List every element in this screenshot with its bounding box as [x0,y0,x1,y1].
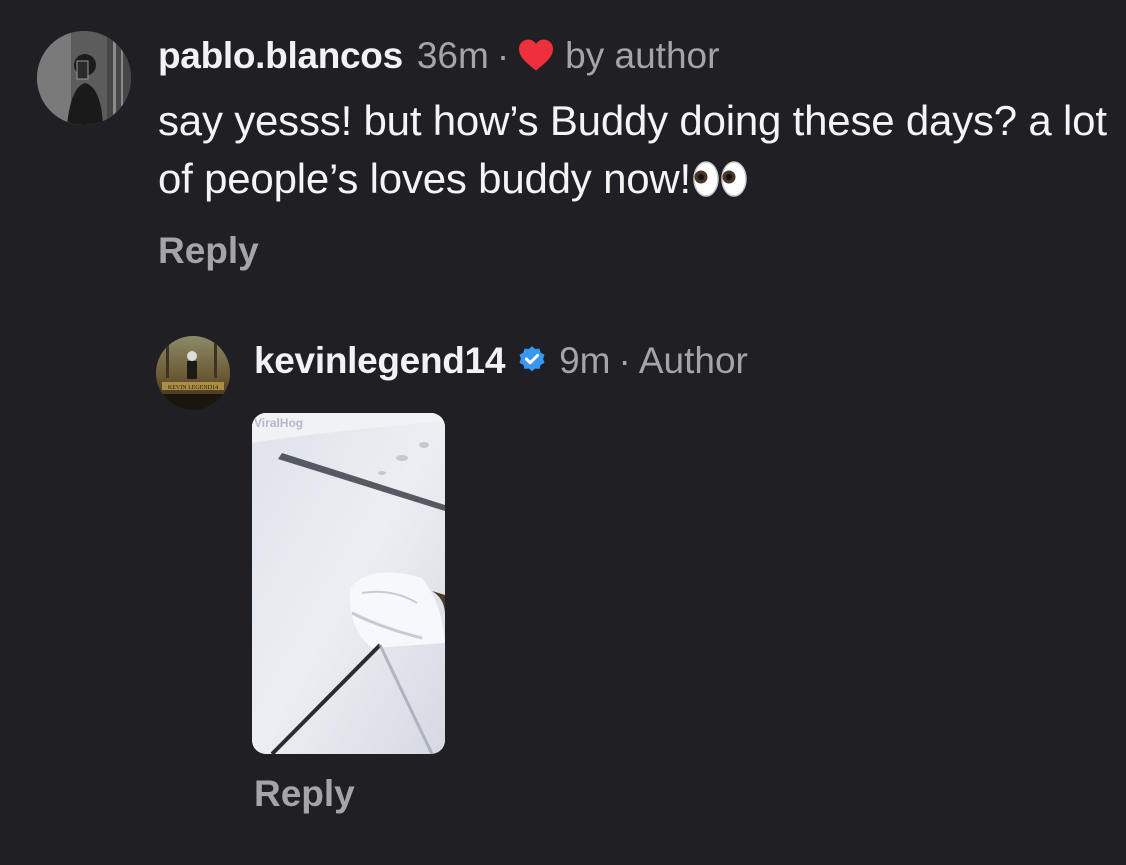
reply-button[interactable]: Reply [158,232,259,269]
avatar[interactable] [37,31,131,125]
verified-badge-icon [517,345,547,375]
avatar-caption: KEVIN LEGEND14 [168,385,218,391]
avatar[interactable]: KEVIN LEGEND14 [156,336,230,410]
snow-video-icon: ViralHog [252,413,445,754]
timestamp: 36m [416,34,489,76]
comment-header: kevinlegend14 9m · Author [254,340,748,380]
watermark: ViralHog [254,416,303,430]
comment-header: pablo.blancos 36m · by author [158,35,719,75]
avatar-poster-icon: KEVIN LEGEND14 [156,336,230,410]
reply-button[interactable]: Reply [254,775,355,812]
video-thumbnail[interactable]: ViralHog [252,413,445,754]
separator: · [496,34,510,76]
author-label: Author [638,339,748,381]
comment-text: say yesss! but how’s Buddy doing these d… [158,92,1108,208]
separator: · [618,339,631,381]
timestamp: 9m [559,339,611,381]
comment-kevinlegend14: KEVIN LEGEND14 kevinlegend14 9m · Author [0,320,1126,865]
avatar-photo-icon [37,31,131,125]
eyes-emoji-icon [691,159,749,199]
username[interactable]: pablo.blancos [158,37,403,74]
liked-by-author-label: by author [565,34,720,76]
username[interactable]: kevinlegend14 [254,342,505,379]
heart-icon [517,38,555,72]
comment-pablo-blancos: pablo.blancos 36m · by author say yesss!… [0,0,1126,300]
comment-text-content: say yesss! but how’s Buddy doing these d… [158,97,1107,202]
